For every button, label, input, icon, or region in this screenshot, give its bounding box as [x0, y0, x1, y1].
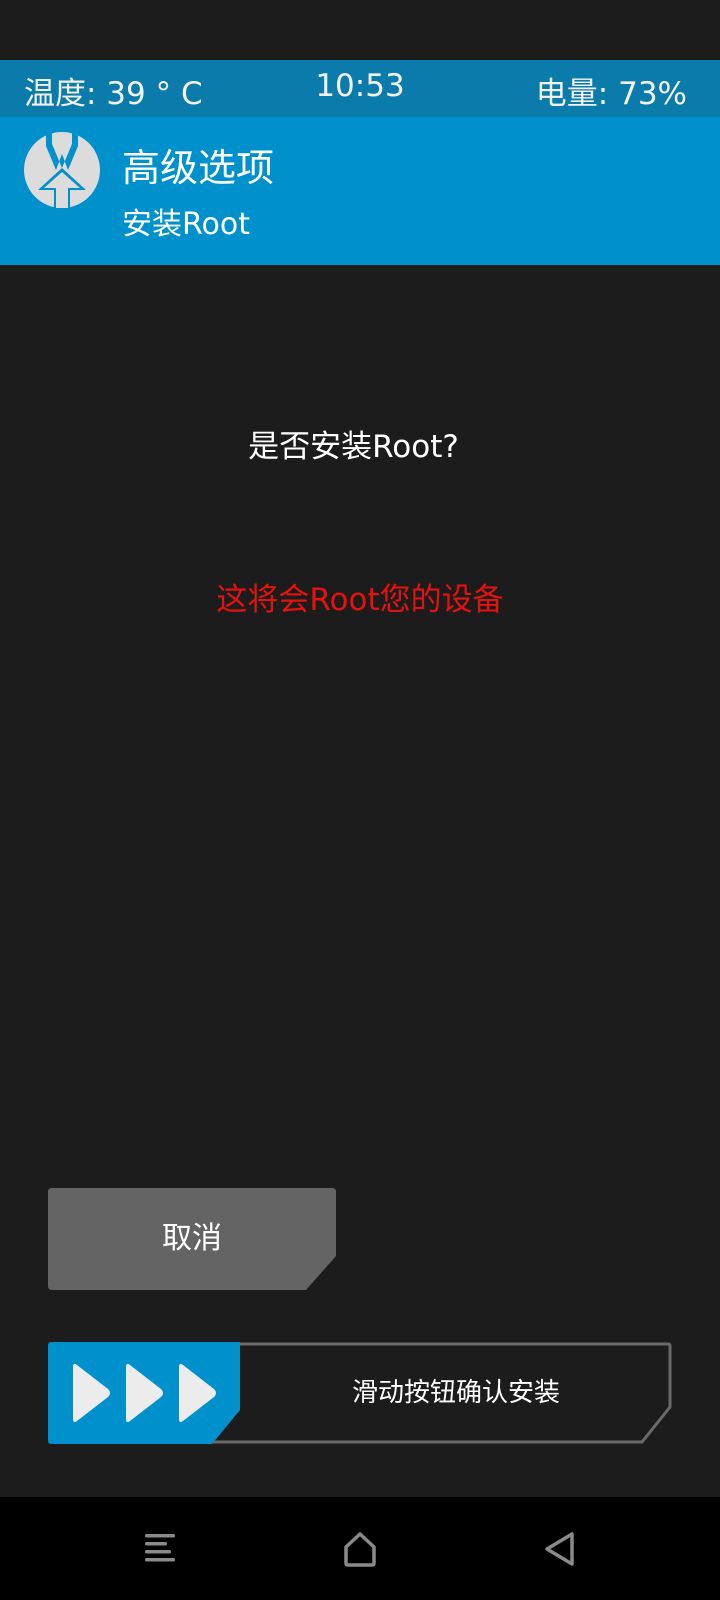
- cancel-button[interactable]: 取消: [48, 1188, 336, 1290]
- menu-icon[interactable]: [136, 1525, 184, 1573]
- navigation-bar: [0, 1497, 720, 1600]
- back-icon[interactable]: [536, 1525, 584, 1573]
- status-bar: 温度: 39 ° C 10:53 电量: 73%: [0, 60, 720, 117]
- page-header: 高级选项 安装Root: [0, 117, 720, 265]
- cancel-button-label: 取消: [162, 1221, 222, 1256]
- battery-readout: 电量: 73%: [535, 76, 687, 112]
- warning-message: 这将会Root您的设备: [216, 582, 504, 618]
- page-subtitle: 安装Root: [122, 207, 250, 242]
- swipe-confirm-slider[interactable]: 滑动按钮确认安装: [48, 1342, 672, 1444]
- page-title: 高级选项: [122, 146, 275, 190]
- swipe-handle[interactable]: [48, 1342, 240, 1444]
- home-icon[interactable]: [336, 1525, 384, 1573]
- top-spacer: [0, 0, 720, 60]
- confirm-question: 是否安装Root?: [248, 429, 459, 465]
- twrp-logo-icon: [24, 132, 100, 208]
- triple-arrow-right-icon: [48, 1342, 240, 1444]
- swipe-slider-label: 滑动按钮确认安装: [351, 1378, 560, 1408]
